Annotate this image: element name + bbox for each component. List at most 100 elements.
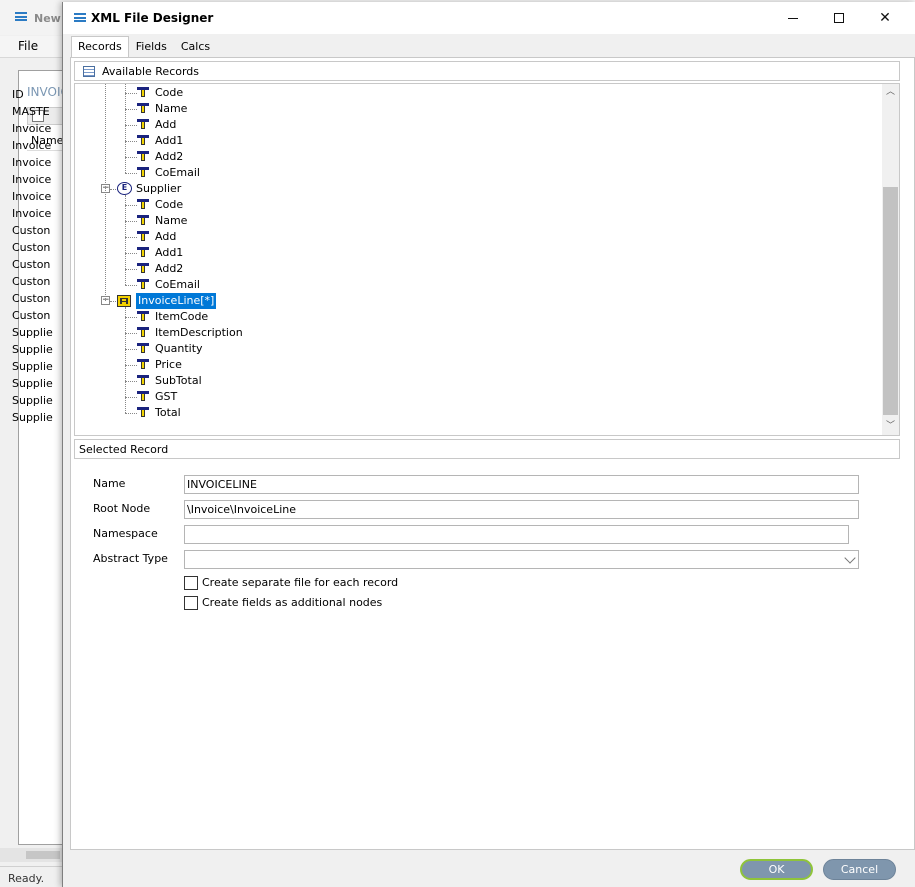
field-icon <box>137 311 149 321</box>
tab-fields[interactable]: Fields <box>129 36 174 56</box>
tree-node-label: Name <box>155 102 188 115</box>
tree-field-node[interactable]: Name <box>155 101 187 117</box>
tree-record-node[interactable]: InvoiceLine[*] <box>136 293 217 309</box>
ok-button[interactable]: OK <box>740 859 813 880</box>
background-list-item[interactable]: Invoice <box>12 120 53 137</box>
namespace-label: Namespace <box>93 527 158 540</box>
menu-icon <box>74 13 86 22</box>
tree-guide-line <box>125 285 137 286</box>
tree-field-node[interactable]: CoEmail <box>155 165 200 181</box>
selected-record-label: Selected Record <box>79 443 169 456</box>
tree-field-node[interactable]: Code <box>155 197 183 213</box>
tree-guide-line <box>125 365 137 366</box>
tree-guide-line <box>125 253 137 254</box>
tree-field-node[interactable]: Add2 <box>155 261 183 277</box>
root-node-input[interactable]: \Invoice\InvoiceLine <box>184 500 859 519</box>
field-icon <box>137 279 149 289</box>
tree-field-node[interactable]: Add1 <box>155 133 183 149</box>
tab-records[interactable]: Records <box>71 36 129 58</box>
background-list-item[interactable]: Custon <box>12 290 53 307</box>
app-menu-icon <box>15 12 27 21</box>
tree-vscrollbar[interactable]: ︿ ﹀ <box>882 84 899 435</box>
background-list-item[interactable]: Invoice <box>12 188 53 205</box>
additional-nodes-checkbox-box[interactable] <box>184 596 198 610</box>
tree-scroll-thumb[interactable] <box>883 187 898 415</box>
tree-field-node[interactable]: Code <box>155 85 183 101</box>
background-list-item[interactable]: Invoice <box>12 154 53 171</box>
background-list-item[interactable]: Supplie <box>12 358 53 375</box>
tree-guide-line <box>125 413 137 414</box>
tree-guide-line <box>125 237 137 238</box>
dialog-title: XML File Designer <box>91 11 214 25</box>
field-icon <box>137 103 149 113</box>
tree-node-label: ItemCode <box>155 310 209 323</box>
tree-node-label: CoEmail <box>155 278 200 291</box>
tree-node-label: Add1 <box>155 134 184 147</box>
tree-field-node[interactable]: ItemDescription <box>155 325 243 341</box>
separate-file-checkbox-box[interactable] <box>184 576 198 590</box>
name-input[interactable]: INVOICELINE <box>184 475 859 494</box>
background-hscrollbar[interactable] <box>0 848 62 862</box>
minimize-button[interactable] <box>770 2 816 34</box>
background-list-item[interactable]: Invoice <box>12 137 53 154</box>
tree-node-label: Supplier <box>136 182 182 195</box>
cancel-button[interactable]: Cancel <box>823 859 896 880</box>
field-icon <box>137 199 149 209</box>
scroll-down-icon[interactable]: ﹀ <box>882 418 899 435</box>
field-icon <box>137 215 149 225</box>
tree-field-node[interactable]: Add <box>155 117 176 133</box>
field-icon <box>137 391 149 401</box>
background-list-item[interactable]: Custon <box>12 239 53 256</box>
background-list-item[interactable]: Custon <box>12 222 53 239</box>
maximize-button[interactable] <box>816 2 862 34</box>
tree-node-label: Add <box>155 230 177 243</box>
tree-guide-line <box>125 307 126 413</box>
namespace-input[interactable] <box>184 525 849 544</box>
maximize-icon <box>834 13 844 23</box>
background-list-item[interactable]: Supplie <box>12 341 53 358</box>
file-menu[interactable]: File <box>18 39 38 53</box>
background-hscroll-thumb[interactable] <box>26 851 60 859</box>
background-list-item[interactable]: Supplie <box>12 392 53 409</box>
tree-field-node[interactable]: Price <box>155 357 182 373</box>
background-list-item[interactable]: Invoice <box>12 171 53 188</box>
field-icon <box>137 375 149 385</box>
background-list-item[interactable]: Supplie <box>12 409 53 426</box>
tree-field-node[interactable]: Total <box>155 405 181 421</box>
available-records-header: Available Records <box>74 61 900 81</box>
background-list-item[interactable]: Supplie <box>12 324 53 341</box>
tree-field-node[interactable]: CoEmail <box>155 277 200 293</box>
close-icon: ✕ <box>879 10 891 26</box>
tree-field-node[interactable]: SubTotal <box>155 373 202 389</box>
additional-nodes-checkbox[interactable]: Create fields as additional nodes <box>184 595 382 611</box>
tree-element-node[interactable]: Supplier <box>136 181 181 197</box>
close-button[interactable]: ✕ <box>862 2 908 34</box>
tree-field-node[interactable]: Add <box>155 229 176 245</box>
tree-node-label: InvoiceLine[*] <box>136 293 217 309</box>
scroll-up-icon[interactable]: ︿ <box>882 84 899 101</box>
field-icon <box>137 407 149 417</box>
tree-field-node[interactable]: Quantity <box>155 341 203 357</box>
tree-node-label: SubTotal <box>155 374 202 387</box>
name-label: Name <box>93 477 126 490</box>
dialog-titlebar[interactable]: XML File Designer ✕ <box>63 2 915 34</box>
records-tree[interactable]: ︿ ﹀ Code Name Add Add1 Add2 CoEmail − E Supplier… <box>74 83 900 436</box>
tree-field-node[interactable]: Add1 <box>155 245 183 261</box>
tree-field-node[interactable]: GST <box>155 389 177 405</box>
background-list-item[interactable]: MASTE <box>12 103 53 120</box>
background-list-item[interactable]: Custon <box>12 256 53 273</box>
background-list-item[interactable]: Custon <box>12 307 53 324</box>
tree-node-label: Name <box>155 214 188 227</box>
tree-field-node[interactable]: ItemCode <box>155 309 208 325</box>
background-list-item[interactable]: Custon <box>12 273 53 290</box>
background-list-item[interactable]: Invoice <box>12 205 53 222</box>
tree-field-node[interactable]: Name <box>155 213 187 229</box>
tree-field-node[interactable]: Add2 <box>155 149 183 165</box>
tab-calcs[interactable]: Calcs <box>174 36 217 56</box>
background-list-item[interactable]: Supplie <box>12 375 53 392</box>
abstract-type-select[interactable] <box>184 550 859 569</box>
separate-file-checkbox[interactable]: Create separate file for each record <box>184 575 398 591</box>
tree-node-label: Code <box>155 198 184 211</box>
field-icon <box>137 263 149 273</box>
background-list-item[interactable]: ID <box>12 86 53 103</box>
